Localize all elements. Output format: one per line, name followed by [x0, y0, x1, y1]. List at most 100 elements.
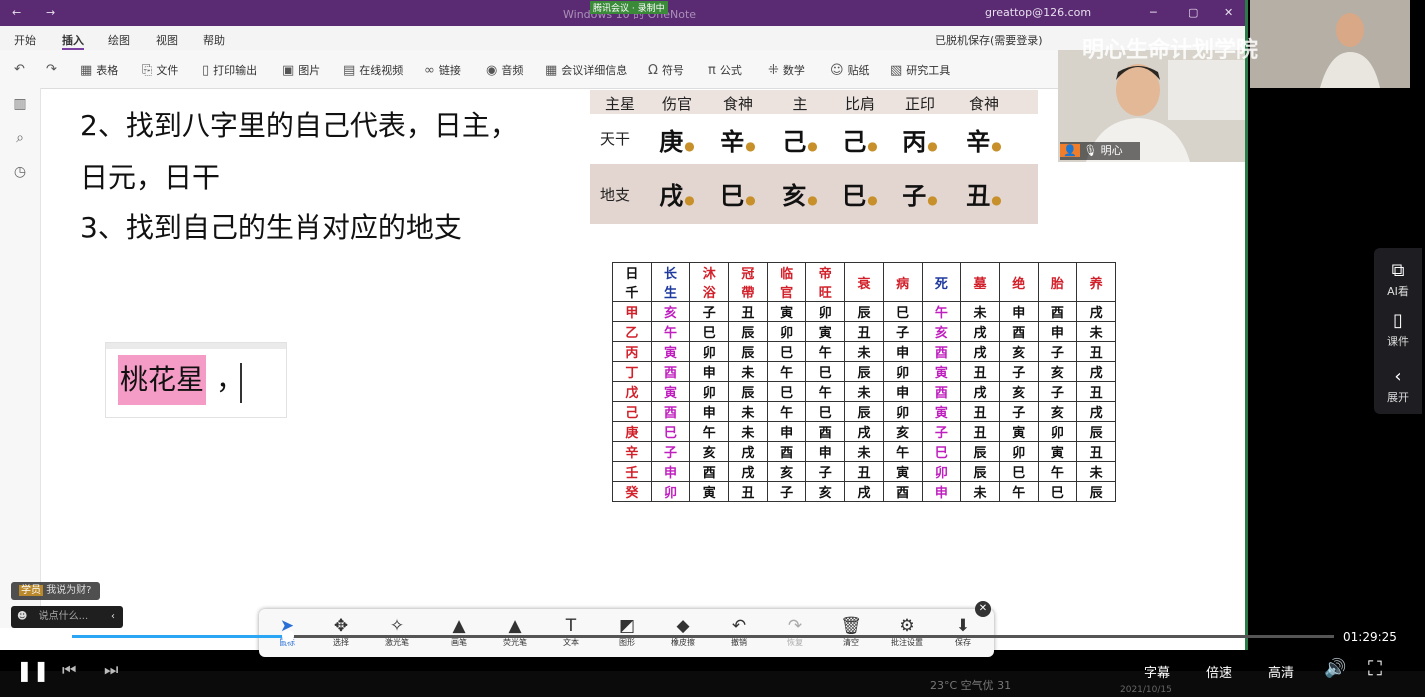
header-char: 日 — [625, 267, 639, 282]
header-char: 帝 — [818, 267, 832, 282]
subtitle-button[interactable]: 字幕 — [1144, 662, 1170, 681]
header-cell: 死 — [921, 262, 962, 302]
progress-knob[interactable] — [282, 630, 294, 642]
table-cell: 未 — [844, 381, 884, 402]
equation-button[interactable]: π 公式 — [708, 62, 742, 78]
speed-button[interactable]: 倍速 — [1206, 662, 1232, 681]
undo-icon[interactable]: ↶ — [14, 62, 25, 77]
header-char: 官 — [780, 286, 794, 301]
fullscreen-icon[interactable]: ⛶ — [1368, 656, 1382, 680]
draw-tool-12[interactable]: ⬇ 保存 — [943, 615, 983, 648]
insert-picture-button[interactable]: ▣ 图片 — [282, 62, 320, 78]
menu-help[interactable]: 帮助 — [203, 32, 225, 48]
emoji-icon[interactable]: ☻ — [17, 611, 27, 622]
maximize-icon[interactable]: ▢ — [1188, 6, 1198, 19]
draw-tool-1[interactable]: ✥ 选择 — [321, 615, 361, 648]
menu-draw[interactable]: 绘图 — [108, 32, 130, 48]
math-button[interactable]: ⁜ 数学 — [768, 62, 805, 78]
table-cell: 巳 — [1037, 481, 1078, 502]
table-cell: 午 — [921, 301, 962, 322]
forward-arrow-icon[interactable]: → — [46, 6, 55, 19]
pause-button[interactable]: ❚❚ — [16, 658, 50, 682]
courseware-button[interactable]: ▯ 课件 — [1374, 310, 1422, 349]
table-cell: 子 — [805, 461, 846, 482]
online-video-button[interactable]: ▤ 在线视频 — [343, 62, 403, 78]
highlighted-text[interactable]: 桃花星 — [118, 355, 207, 405]
bazi-char: 己 — [782, 128, 807, 156]
draw-tool-8[interactable]: ↶ 撤销 — [719, 615, 759, 648]
note-line-1: 2、找到八字里的自己代表，日主， — [80, 109, 518, 142]
previous-button[interactable]: ⏮ — [62, 660, 76, 680]
draw-tool-2[interactable]: ✧ 激光笔 — [377, 615, 417, 648]
bazi-tiangan-2: 己● — [770, 122, 830, 157]
audio-button[interactable]: ◉ 音频 — [486, 62, 523, 78]
table-cell: 亥 — [689, 441, 730, 462]
draw-tool-4[interactable]: ▲ 荧光笔 — [495, 615, 535, 648]
speaker-badge: 👤 🎙 明心 — [1060, 142, 1140, 160]
collapse-chat-icon[interactable]: ‹ — [111, 606, 115, 628]
next-button[interactable]: ⏭ — [104, 660, 118, 680]
draw-tool-3[interactable]: ▲ 画笔 — [439, 615, 479, 648]
print-output-button[interactable]: ▯ 打印输出 — [202, 62, 257, 78]
redo-icon[interactable]: ↷ — [46, 62, 57, 77]
draw-tool-5[interactable]: T 文本 — [551, 615, 591, 648]
table-cell: 酉 — [882, 481, 923, 502]
menu-home[interactable]: 开始 — [14, 32, 36, 48]
speaker-video[interactable]: 👤 🎙 明心 — [1058, 50, 1248, 162]
minimize-icon[interactable]: ─ — [1150, 6, 1157, 19]
close-toolbar-icon[interactable]: ✕ — [975, 601, 991, 617]
note-line-2: 日元，日干 — [80, 161, 221, 194]
draw-tool-6[interactable]: ◩ 图形 — [607, 615, 647, 648]
account-email[interactable]: greattop@126.com — [985, 6, 1091, 19]
second-video[interactable] — [1250, 0, 1410, 88]
bazi-header-3: 主 — [792, 95, 808, 113]
volume-icon[interactable]: 🔊 — [1324, 658, 1346, 679]
element-icon: ● — [807, 193, 818, 207]
draw-tool-label: 荧光笔 — [503, 638, 527, 647]
element-icon: ● — [991, 139, 1002, 153]
draw-tool-11[interactable]: ⚙ 批注设置 — [887, 615, 927, 648]
table-cell: 午 — [766, 401, 807, 422]
meeting-details-button[interactable]: ▦ 会议详细信息 — [545, 62, 627, 78]
note-drag-handle[interactable] — [106, 343, 286, 349]
link-icon: ∞ — [424, 62, 435, 78]
note-container[interactable]: 桃花星 ， — [105, 342, 287, 418]
table-cell: 庚 — [612, 421, 652, 442]
back-arrow-icon[interactable]: ← — [12, 6, 21, 19]
table-cell: 午 — [998, 481, 1039, 502]
sticker-button[interactable]: ☺ 贴纸 — [830, 62, 870, 78]
draw-tool-10[interactable]: 🗑 清空 — [831, 615, 871, 648]
table-cell: 酉 — [689, 461, 730, 482]
insert-file-button[interactable]: ⎘ 文件 — [142, 62, 178, 78]
pi-icon: π — [708, 62, 716, 78]
table-cell: 亥 — [998, 381, 1039, 402]
table-cell: 酉 — [921, 381, 962, 402]
insert-table-button[interactable]: ▦ 表格 — [80, 62, 118, 78]
chat-input[interactable]: ☻ 说点什么... ‹ — [11, 606, 123, 628]
quality-button[interactable]: 高清 — [1268, 662, 1294, 681]
table-cell: 戌 — [960, 381, 1000, 402]
draw-tool-9[interactable]: ↷ 恢复 — [775, 615, 815, 648]
table-cell: 丑 — [844, 321, 884, 342]
paperclip-icon: ⎘ — [142, 62, 153, 78]
expand-button[interactable]: ‹ 展开 — [1374, 366, 1422, 405]
header-char: 沐 — [702, 267, 716, 282]
search-icon[interactable]: ⌕ — [10, 130, 30, 146]
close-icon[interactable]: ✕ — [1224, 6, 1233, 19]
table-cell: 辰 — [1076, 481, 1116, 502]
draw-tool-7[interactable]: ◆ 橡皮擦 — [663, 615, 703, 648]
ai-view-button[interactable]: ⧉ AI看 — [1374, 260, 1422, 299]
menu-view[interactable]: 视图 — [156, 32, 178, 48]
table-cell: 未 — [1076, 321, 1116, 342]
link-button[interactable]: ∞ 链接 — [424, 62, 461, 78]
table-cell: 乙 — [612, 321, 652, 342]
recent-clock-icon[interactable]: ◷ — [10, 164, 30, 180]
header-char: 千 — [625, 286, 639, 301]
title-bar: ← → Windows 10 的 OneNote 腾讯会议 · 录制中 grea… — [0, 0, 1248, 26]
research-tool-button[interactable]: ▧ 研究工具 — [890, 62, 950, 78]
research-icon: ▧ — [890, 62, 903, 78]
table-cell: 亥 — [1037, 401, 1078, 422]
notebooks-icon[interactable]: ▥ — [10, 96, 30, 112]
menu-insert[interactable]: 插入 — [62, 32, 84, 50]
symbol-button[interactable]: Ω 符号 — [648, 62, 684, 78]
